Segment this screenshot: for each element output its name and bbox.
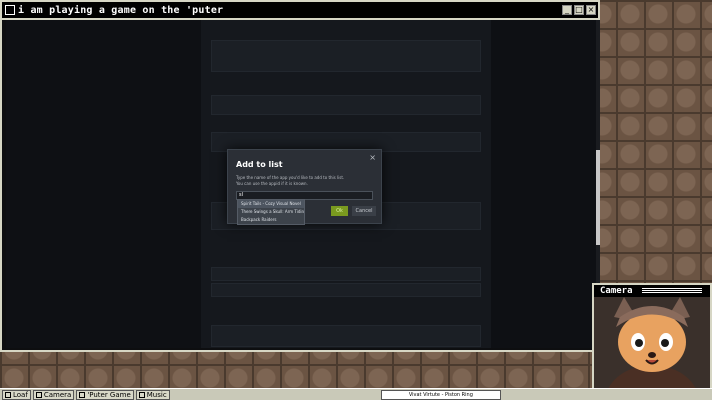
- maximize-button[interactable]: □: [574, 5, 584, 15]
- taskbar-item-camera[interactable]: Camera: [32, 389, 75, 400]
- suggestion-item[interactable]: There Swings a Skull: Arm Tidings: [238, 208, 304, 216]
- window-titlebar[interactable]: i am playing a game on the 'puter _ □ ×: [2, 2, 598, 20]
- suggestion-item[interactable]: Backpack Raiders: [238, 216, 304, 224]
- taskbar: Loaf Camera 'Puter Game Music Vivat Virt…: [0, 388, 712, 400]
- taskbar-item-label: Music: [146, 390, 167, 399]
- suggestion-dropdown: Spirit Tails - Cozy Visual Novel There S…: [237, 199, 305, 225]
- taskbar-item-loaf[interactable]: Loaf: [2, 389, 31, 400]
- taskbar-item-label: Loaf: [13, 390, 28, 399]
- taskbar-item-label: Camera: [43, 390, 72, 399]
- close-button[interactable]: ×: [586, 5, 596, 15]
- dialog-description-line: You can use the appid if it is known.: [236, 181, 308, 186]
- camera-titlebar-stripes: [642, 288, 702, 294]
- music-icon: [138, 391, 145, 398]
- computer-icon: [79, 391, 86, 398]
- taskbar-item-puter-game[interactable]: 'Puter Game: [76, 389, 134, 400]
- settings-box[interactable]: [211, 95, 481, 115]
- game-window: i am playing a game on the 'puter _ □ × …: [0, 0, 600, 352]
- settings-box[interactable]: [211, 267, 481, 281]
- taskbar-item-label: 'Puter Game: [87, 390, 131, 399]
- folder-icon: [5, 391, 11, 398]
- taskbar-item-music[interactable]: Music: [135, 389, 170, 400]
- settings-box[interactable]: [211, 283, 481, 297]
- camera-icon: [35, 391, 42, 398]
- suggestion-item[interactable]: Spirit Tails - Cozy Visual Novel: [238, 200, 304, 208]
- window-app-icon: [5, 5, 15, 15]
- window-title: i am playing a game on the 'puter: [18, 4, 224, 16]
- scrollbar-thumb[interactable]: [596, 150, 600, 245]
- character-avatar: [594, 297, 710, 398]
- camera-window: Camera: [592, 283, 712, 400]
- cancel-button[interactable]: Cancel: [352, 206, 376, 216]
- ok-button[interactable]: Ok: [331, 206, 348, 216]
- dialog-close-icon[interactable]: ×: [369, 153, 376, 162]
- settings-box: [211, 325, 481, 347]
- settings-box: [211, 40, 481, 72]
- dialog-description: Type the name of the app you'd like to a…: [236, 175, 376, 187]
- minimize-button[interactable]: _: [562, 5, 572, 15]
- dialog-title: Add to list: [236, 160, 283, 169]
- now-playing-ticker: Vivat Virtute - Piston Ring: [380, 389, 501, 400]
